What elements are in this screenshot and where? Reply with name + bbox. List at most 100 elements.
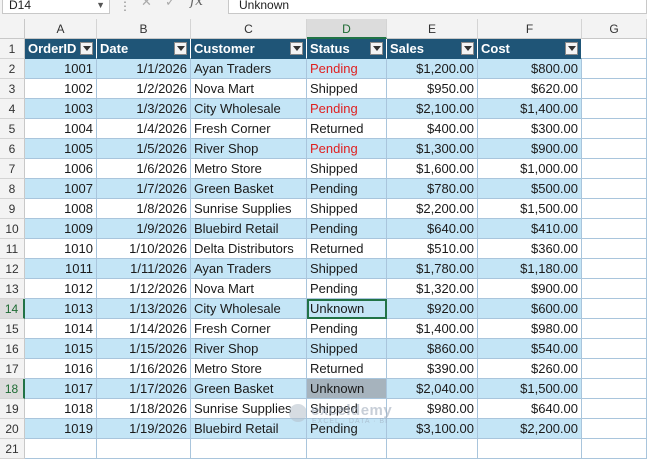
column-header-b[interactable]: B (97, 19, 191, 39)
cancel-icon[interactable]: ✕ (141, 0, 152, 10)
cell-cost[interactable]: $410.00 (478, 219, 582, 239)
cell-customer[interactable]: Ayan Traders (191, 59, 307, 79)
cell-date[interactable]: 1/5/2026 (97, 139, 191, 159)
cell-customer[interactable]: City Wholesale (191, 299, 307, 319)
cell-date[interactable]: 1/6/2026 (97, 159, 191, 179)
empty-cell[interactable] (582, 199, 647, 219)
row-header-14[interactable]: 14 (0, 299, 25, 319)
cell-sales[interactable]: $390.00 (387, 359, 478, 379)
filter-dropdown-icon[interactable] (565, 42, 578, 55)
cell-customer[interactable]: Bluebird Retail (191, 419, 307, 439)
cell-sales[interactable]: $980.00 (387, 399, 478, 419)
cell-status[interactable]: Pending (307, 99, 387, 119)
cell-cost[interactable]: $1,400.00 (478, 99, 582, 119)
row-header-1[interactable]: 1 (0, 39, 25, 59)
cell-date[interactable]: 1/13/2026 (97, 299, 191, 319)
cell-cost[interactable]: $980.00 (478, 319, 582, 339)
cell-sales[interactable]: $1,780.00 (387, 259, 478, 279)
cell-cost[interactable]: $260.00 (478, 359, 582, 379)
cell-id[interactable]: 1002 (25, 79, 97, 99)
empty-cell[interactable] (582, 139, 647, 159)
cell-date[interactable]: 1/18/2026 (97, 399, 191, 419)
cell-date[interactable]: 1/14/2026 (97, 319, 191, 339)
cell-id[interactable]: 1007 (25, 179, 97, 199)
table-header-date[interactable]: Date (97, 39, 191, 59)
cell-customer[interactable]: Bluebird Retail (191, 219, 307, 239)
empty-cell[interactable] (97, 439, 191, 459)
cell-sales[interactable]: $1,320.00 (387, 279, 478, 299)
cell-sales[interactable]: $1,600.00 (387, 159, 478, 179)
cell-sales[interactable]: $1,200.00 (387, 59, 478, 79)
cell-sales[interactable]: $920.00 (387, 299, 478, 319)
cell-cost[interactable]: $800.00 (478, 59, 582, 79)
row-header-21[interactable]: 21 (0, 439, 25, 459)
empty-cell[interactable] (307, 439, 387, 459)
cell-id[interactable]: 1010 (25, 239, 97, 259)
filter-dropdown-icon[interactable] (80, 42, 93, 55)
cell-id[interactable]: 1013 (25, 299, 97, 319)
cell-customer[interactable]: Metro Store (191, 159, 307, 179)
row-header-6[interactable]: 6 (0, 139, 25, 159)
row-header-7[interactable]: 7 (0, 159, 25, 179)
table-header-sales[interactable]: Sales (387, 39, 478, 59)
cell-customer[interactable]: City Wholesale (191, 99, 307, 119)
cell-date[interactable]: 1/10/2026 (97, 239, 191, 259)
row-header-3[interactable]: 3 (0, 79, 25, 99)
cell-date[interactable]: 1/3/2026 (97, 99, 191, 119)
row-header-19[interactable]: 19 (0, 399, 25, 419)
cell-id[interactable]: 1012 (25, 279, 97, 299)
cell-status[interactable]: Shipped (307, 159, 387, 179)
cell-id[interactable]: 1008 (25, 199, 97, 219)
cell-status[interactable]: Unknown (307, 379, 387, 399)
filter-dropdown-icon[interactable] (174, 42, 187, 55)
cell-status[interactable]: Shipped (307, 259, 387, 279)
cell-sales[interactable]: $1,400.00 (387, 319, 478, 339)
cell-date[interactable]: 1/2/2026 (97, 79, 191, 99)
cell-id[interactable]: 1017 (25, 379, 97, 399)
cell-id[interactable]: 1016 (25, 359, 97, 379)
cell-id[interactable]: 1004 (25, 119, 97, 139)
row-header-4[interactable]: 4 (0, 99, 25, 119)
cell-customer[interactable]: Ayan Traders (191, 259, 307, 279)
row-header-20[interactable]: 20 (0, 419, 25, 439)
cell-cost[interactable]: $620.00 (478, 79, 582, 99)
empty-cell[interactable] (582, 379, 647, 399)
table-header-cost[interactable]: Cost (478, 39, 582, 59)
empty-cell[interactable] (191, 439, 307, 459)
empty-cell[interactable] (582, 219, 647, 239)
empty-cell[interactable] (387, 439, 478, 459)
empty-cell[interactable] (25, 439, 97, 459)
filter-dropdown-icon[interactable] (370, 42, 383, 55)
column-header-e[interactable]: E (387, 19, 478, 39)
row-header-5[interactable]: 5 (0, 119, 25, 139)
empty-cell[interactable] (582, 439, 647, 459)
row-header-18[interactable]: 18 (0, 379, 25, 399)
cell-id[interactable]: 1019 (25, 419, 97, 439)
name-box[interactable]: D14 ▼ (2, 0, 110, 14)
table-header-orderid[interactable]: OrderID (25, 39, 97, 59)
empty-cell[interactable] (582, 39, 647, 59)
empty-cell[interactable] (582, 79, 647, 99)
cell-status[interactable]: Pending (307, 219, 387, 239)
more-options-icon[interactable]: ⋮ (119, 0, 131, 16)
cell-customer[interactable]: Metro Store (191, 359, 307, 379)
empty-cell[interactable] (582, 59, 647, 79)
cell-customer[interactable]: Fresh Corner (191, 119, 307, 139)
cell-status[interactable]: Pending (307, 319, 387, 339)
cell-date[interactable]: 1/16/2026 (97, 359, 191, 379)
column-header-c[interactable]: C (191, 19, 307, 39)
cell-status[interactable]: Returned (307, 239, 387, 259)
cell-status[interactable]: Pending (307, 279, 387, 299)
row-header-12[interactable]: 12 (0, 259, 25, 279)
cell-customer[interactable]: Nova Mart (191, 79, 307, 99)
empty-cell[interactable] (582, 179, 647, 199)
cell-cost[interactable]: $900.00 (478, 139, 582, 159)
cell-customer[interactable]: Delta Distributors (191, 239, 307, 259)
table-header-status[interactable]: Status (307, 39, 387, 59)
cell-date[interactable]: 1/17/2026 (97, 379, 191, 399)
cell-id[interactable]: 1006 (25, 159, 97, 179)
empty-cell[interactable] (582, 359, 647, 379)
cell-sales[interactable]: $3,100.00 (387, 419, 478, 439)
row-header-13[interactable]: 13 (0, 279, 25, 299)
empty-cell[interactable] (478, 439, 582, 459)
